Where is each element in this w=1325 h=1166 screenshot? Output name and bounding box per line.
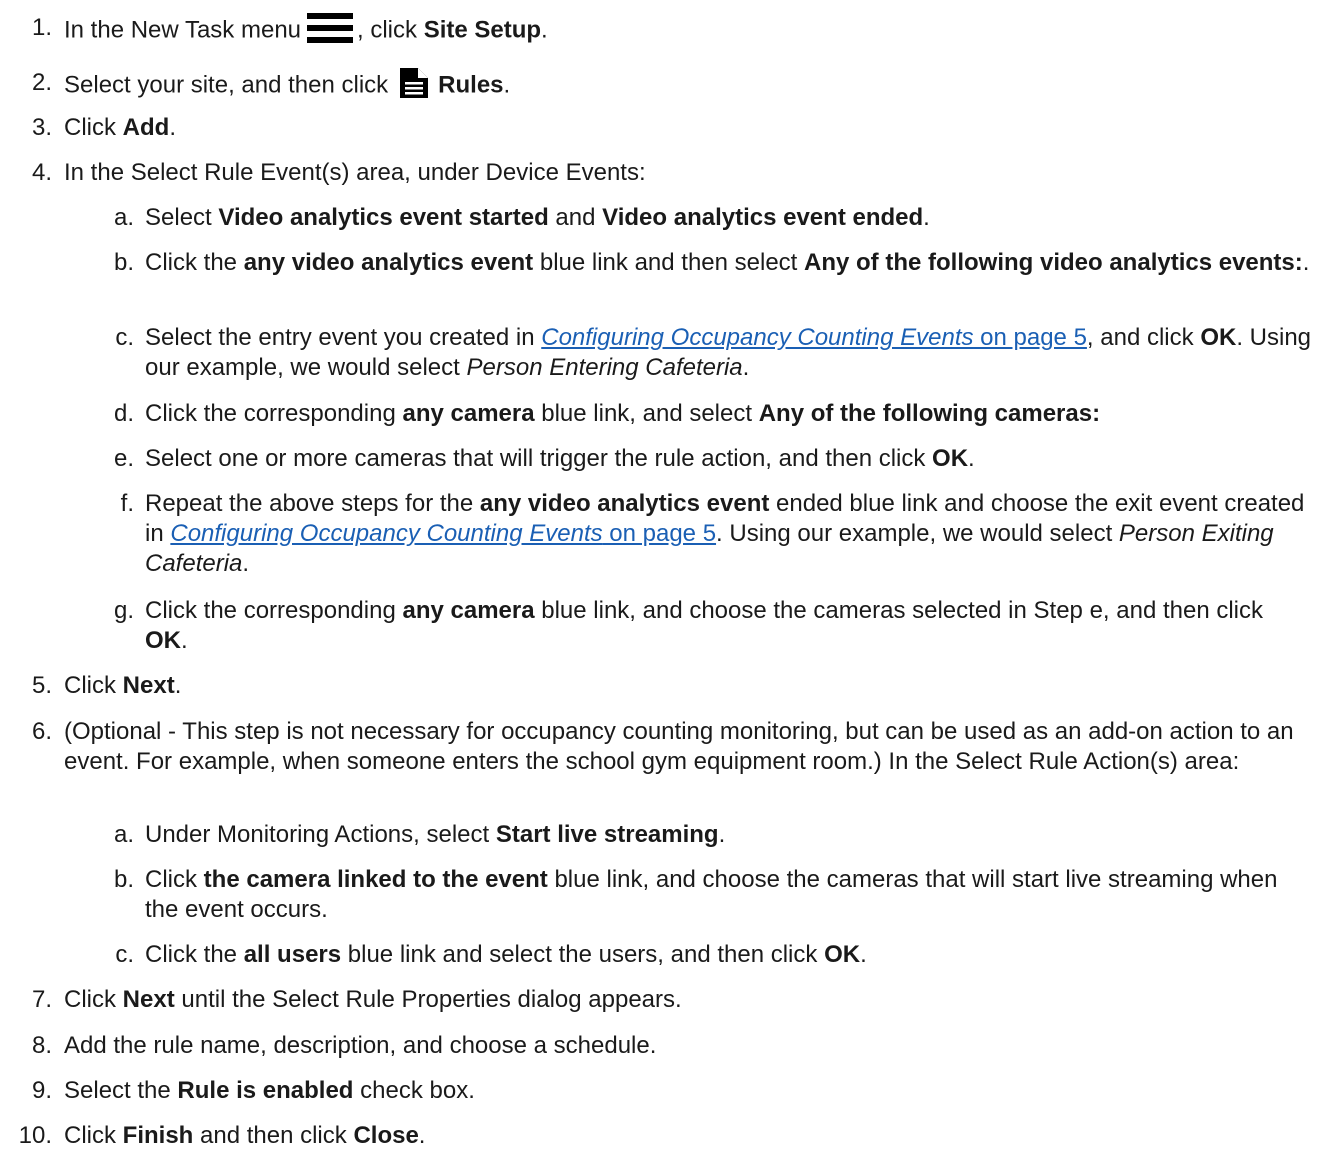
step-text: Click Next. (64, 672, 182, 699)
step-text: Select the Rule is enabled check box. (64, 1077, 475, 1104)
step-number: 10. (18, 1122, 52, 1149)
step-text: Click Add. (64, 114, 176, 141)
step-text: In the Select Rule Event(s) area, under … (64, 159, 646, 186)
substep-text: Repeat the above steps for the any video… (145, 490, 1305, 577)
substep-text: Click the any video analytics event blue… (145, 249, 1310, 276)
substep-letter: d. (113, 400, 134, 427)
cross-reference-link[interactable]: Configuring Occupancy Counting Events on… (541, 324, 1087, 351)
substep-letter: g. (113, 597, 134, 624)
substep-letter: c. (115, 941, 134, 968)
substep-text: Select one or more cameras that will tri… (145, 445, 975, 472)
substep-text: Click the corresponding any camera blue … (145, 400, 1101, 427)
step-number: 5. (31, 672, 52, 699)
step-number: 9. (31, 1077, 52, 1104)
document-icon (400, 68, 429, 98)
step-number: 6. (31, 718, 52, 745)
substep-letter: a. (113, 204, 134, 231)
substep-text: Click the camera linked to the event blu… (145, 866, 1278, 923)
step-number: 1. (31, 14, 52, 41)
substep-text: Select the entry event you created in Co… (145, 324, 1312, 381)
step-number: 3. (31, 114, 52, 141)
step-text: Click Finish and then click Close. (64, 1122, 426, 1149)
step-number: 2. (31, 69, 52, 96)
substep-letter: b. (113, 249, 134, 276)
step-text: Add the rule name, description, and choo… (64, 1032, 657, 1059)
step-text: (Optional - This step is not necessary f… (64, 718, 1294, 775)
substep-text: Click the all users blue link and select… (145, 941, 867, 968)
substep-letter: f. (120, 490, 134, 517)
hamburger-menu-icon (307, 13, 354, 43)
substep-letter: b. (113, 866, 134, 893)
substep-letter: e. (113, 445, 134, 472)
step-text: Click Next until the Select Rule Propert… (64, 986, 682, 1013)
procedure-document: 1. In the New Task menu, click Site Setu… (0, 0, 1325, 1166)
substep-text: Under Monitoring Actions, select Start l… (145, 821, 726, 848)
step-text: Select your site, and then click Rules. (64, 68, 1311, 104)
step-number: 7. (31, 986, 52, 1013)
step-number: 8. (31, 1032, 52, 1059)
substep-letter: a. (113, 821, 134, 848)
substep-text: Click the corresponding any camera blue … (145, 597, 1263, 654)
step-text: In the New Task menu, click Site Setup. (64, 13, 1311, 49)
step-number: 4. (31, 159, 52, 186)
substep-text: Select Video analytics event started and… (145, 204, 930, 231)
cross-reference-link[interactable]: Configuring Occupancy Counting Events on… (170, 520, 716, 547)
substep-letter: c. (115, 324, 134, 351)
